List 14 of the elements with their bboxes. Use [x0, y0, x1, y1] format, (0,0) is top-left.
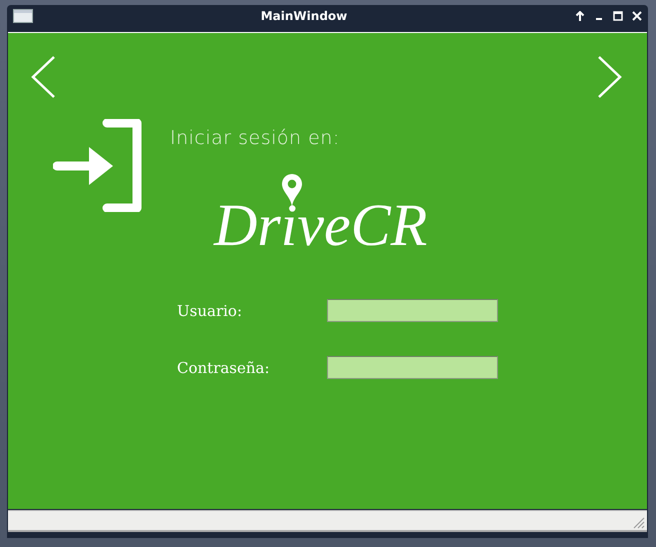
resize-grip-icon[interactable] — [633, 517, 645, 529]
logo-text: DriveCR — [214, 192, 428, 258]
input-field[interactable] — [327, 356, 498, 379]
window-icon — [13, 9, 33, 23]
up-arrow-icon[interactable] — [575, 11, 585, 21]
close-icon[interactable] — [632, 11, 642, 21]
field-label: Contraseña: — [177, 358, 271, 376]
chevron-right-icon[interactable] — [597, 55, 623, 99]
input-field[interactable] — [327, 299, 498, 322]
maximize-icon[interactable] — [613, 11, 623, 21]
field-label: Usuario: — [177, 302, 243, 320]
window-title: MainWindow — [260, 9, 348, 23]
login-heading: Iniciar sesión en: — [170, 127, 341, 149]
chevron-left-icon[interactable] — [30, 55, 56, 99]
